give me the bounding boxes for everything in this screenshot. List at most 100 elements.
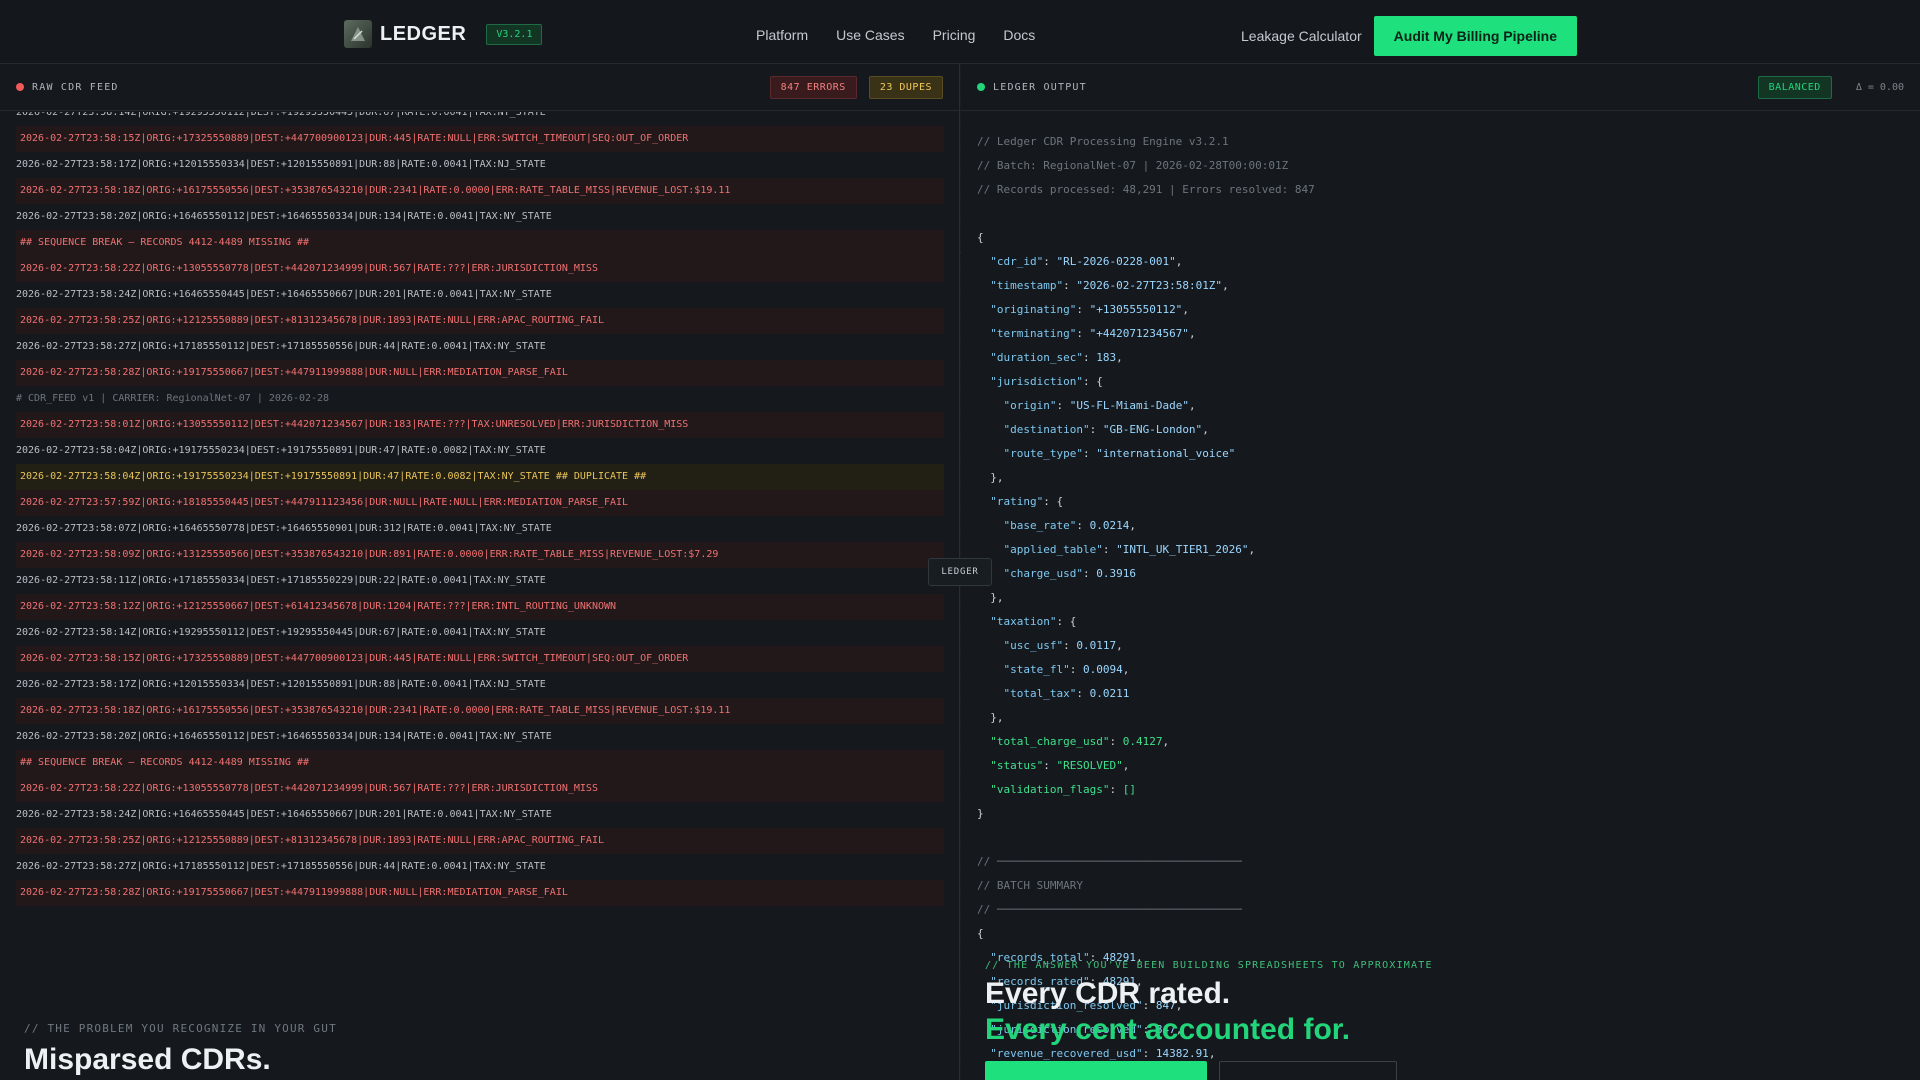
hero-kicker: // THE ANSWER YOU'VE BEEN BUILDING SPREA… <box>985 960 1433 971</box>
json-line: { <box>977 231 984 244</box>
nav-link-pricing[interactable]: Pricing <box>933 27 976 43</box>
cdr-log-line: 2026-02-27T23:58:15Z|ORIG:+17325550889|D… <box>16 126 944 152</box>
feed-panel-header: RAW CDR FEED 847 ERRORS 23 DUPES <box>0 64 959 111</box>
json-line: } <box>977 807 984 820</box>
json-line: // Batch: RegionalNet-07 | 2026-02-28T00… <box>977 159 1289 172</box>
cdr-log-line: 2026-02-27T23:58:04Z|ORIG:+19175550234|D… <box>16 464 944 490</box>
audit-pipeline-button[interactable]: Audit My Billing Pipeline <box>1373 16 1577 56</box>
cdr-log-line: 2026-02-27T23:57:59Z|ORIG:+18185550445|D… <box>16 490 944 516</box>
cdr-log-line: 2026-02-27T23:58:27Z|ORIG:+17185550112|D… <box>16 341 546 352</box>
leakage-calculator-link[interactable]: Leakage Calculator <box>1241 28 1362 44</box>
brand-name: LEDGER <box>380 22 467 45</box>
hero-heading-line1: Every CDR rated. <box>985 977 1231 1010</box>
json-line: "applied_table": "INTL_UK_TIER1_2026", <box>1003 543 1256 556</box>
version-badge: V3.2.1 <box>486 23 543 45</box>
json-line: "status": "RESOLVED", <box>990 759 1130 772</box>
json-line: "origin": "US-FL-Miami-Dade", <box>1003 399 1196 412</box>
cdr-log-line: 2026-02-27T23:58:14Z|ORIG:+19295550112|D… <box>16 112 546 118</box>
json-line: "taxation": { <box>990 615 1077 628</box>
ledger-divider-handle[interactable]: LEDGER <box>928 558 992 586</box>
nav-link-use-cases[interactable]: Use Cases <box>836 27 904 43</box>
json-line: }, <box>977 591 1004 604</box>
json-line: "rating": { <box>990 495 1064 508</box>
json-line: }, <box>977 471 1004 484</box>
json-line: "terminating": "+442071234567", <box>990 327 1196 340</box>
json-line: // BATCH SUMMARY <box>977 879 1083 892</box>
ledger-logo-icon <box>344 20 372 48</box>
cdr-log-line: 2026-02-27T23:58:14Z|ORIG:+19295550112|D… <box>16 627 546 638</box>
cdr-log-line: ## SEQUENCE BREAK — RECORDS 4412-4489 MI… <box>16 230 944 256</box>
cdr-log-line: 2026-02-27T23:58:27Z|ORIG:+17185550112|D… <box>16 861 546 872</box>
cdr-log-line: 2026-02-27T23:58:11Z|ORIG:+17185550334|D… <box>16 575 546 586</box>
problem-kicker: // THE PROBLEM YOU RECOGNIZE IN YOUR GUT <box>24 1022 337 1035</box>
nav-links: Platform Use Cases Pricing Docs <box>756 0 1035 70</box>
json-line: "route_type": "international_voice" <box>1003 447 1236 460</box>
cdr-feed-log[interactable]: 2026-02-27T23:58:14Z|ORIG:+19295550112|D… <box>0 112 960 972</box>
cdr-log-line: 2026-02-27T23:58:18Z|ORIG:+16175550556|D… <box>16 178 944 204</box>
json-line: "jurisdiction": { <box>990 375 1103 388</box>
cdr-log-line: 2026-02-27T23:58:24Z|ORIG:+16465550445|D… <box>16 809 552 820</box>
status-dot-red-icon <box>16 83 24 91</box>
cdr-log-line: 2026-02-27T23:58:09Z|ORIG:+13125550566|D… <box>16 542 944 568</box>
cdr-log-line: 2026-02-27T23:58:07Z|ORIG:+16465550778|D… <box>16 523 552 534</box>
json-line: "state_fl": 0.0094, <box>1003 663 1130 676</box>
feed-panel-title: RAW CDR FEED <box>32 81 119 93</box>
cdr-log-line: 2026-02-27T23:58:24Z|ORIG:+16465550445|D… <box>16 289 552 300</box>
json-line: // Ledger CDR Processing Engine v3.2.1 <box>977 135 1229 148</box>
cdr-log-line: 2026-02-27T23:58:01Z|ORIG:+13055550112|D… <box>16 412 944 438</box>
cdr-log-line: 2026-02-27T23:58:22Z|ORIG:+13055550778|D… <box>16 776 944 802</box>
nav-link-platform[interactable]: Platform <box>756 27 808 43</box>
problem-section: // THE PROBLEM YOU RECOGNIZE IN YOUR GUT… <box>24 1022 337 1077</box>
balanced-badge: BALANCED <box>1757 75 1832 99</box>
cdr-log-line: 2026-02-27T23:58:17Z|ORIG:+12015550334|D… <box>16 679 546 690</box>
dupes-badge: 23 DUPES <box>868 75 943 99</box>
json-line: "duration_sec": 183, <box>990 351 1123 364</box>
cdr-log-line: # CDR_FEED v1 | CARRIER: RegionalNet-07 … <box>16 393 330 404</box>
problem-heading: Misparsed CDRs. <box>24 1043 271 1076</box>
delta-readout: Δ = 0.00 <box>1855 81 1904 93</box>
errors-badge: 847 ERRORS <box>769 75 857 99</box>
json-line: }, <box>977 711 1004 724</box>
raw-cdr-feed-panel: RAW CDR FEED 847 ERRORS 23 DUPES 2026-02… <box>0 64 960 1080</box>
json-line: "originating": "+13055550112", <box>990 303 1189 316</box>
nav-link-docs[interactable]: Docs <box>1003 27 1035 43</box>
cdr-log-line: 2026-02-27T23:58:17Z|ORIG:+12015550334|D… <box>16 159 546 170</box>
top-nav: LEDGER V3.2.1 Platform Use Cases Pricing… <box>0 0 1920 64</box>
json-output: // Ledger CDR Processing Engine v3.2.1 //… <box>977 130 1897 1066</box>
cdr-log-line: 2026-02-27T23:58:20Z|ORIG:+16465550112|D… <box>16 211 552 222</box>
json-line: // Records processed: 48,291 | Errors re… <box>977 183 1315 196</box>
output-panel-header: LEDGER OUTPUT BALANCED Δ = 0.00 <box>961 64 1920 111</box>
json-line: "total_tax": 0.0211 <box>1003 687 1130 700</box>
json-line <box>977 202 1897 226</box>
cdr-log-line: 2026-02-27T23:58:22Z|ORIG:+13055550778|D… <box>16 256 944 282</box>
hero-section: // THE ANSWER YOU'VE BEEN BUILDING SPREA… <box>985 960 1433 1080</box>
cdr-log-line: 2026-02-27T23:58:15Z|ORIG:+17325550889|D… <box>16 646 944 672</box>
json-line: "charge_usd": 0.3916 <box>1003 567 1136 580</box>
json-line: { <box>977 927 984 940</box>
hero-secondary-button[interactable] <box>1219 1061 1397 1080</box>
cdr-log-line: 2026-02-27T23:58:04Z|ORIG:+19175550234|D… <box>16 445 546 456</box>
json-line: "total_charge_usd": 0.4127, <box>990 735 1170 748</box>
json-line: "validation_flags": [] <box>990 783 1136 796</box>
json-line: "usc_usf": 0.0117, <box>1003 639 1123 652</box>
cdr-log-line: 2026-02-27T23:58:12Z|ORIG:+12125550667|D… <box>16 594 944 620</box>
output-panel-title: LEDGER OUTPUT <box>993 81 1087 93</box>
json-line: "destination": "GB-ENG-London", <box>1003 423 1209 436</box>
hero-heading-line2: Every cent accounted for. <box>985 1013 1351 1046</box>
cdr-log-line: 2026-02-27T23:58:18Z|ORIG:+16175550556|D… <box>16 698 944 724</box>
json-line: "cdr_id": "RL-2026-0228-001", <box>990 255 1183 268</box>
cdr-log-line: 2026-02-27T23:58:28Z|ORIG:+19175550667|D… <box>16 880 944 906</box>
cdr-log-line: 2026-02-27T23:58:25Z|ORIG:+12125550889|D… <box>16 308 944 334</box>
cdr-log-line: 2026-02-27T23:58:28Z|ORIG:+19175550667|D… <box>16 360 944 386</box>
cdr-log-line: 2026-02-27T23:58:25Z|ORIG:+12125550889|D… <box>16 828 944 854</box>
json-line <box>977 826 1897 850</box>
json-line: "base_rate": 0.0214, <box>1003 519 1136 532</box>
ledger-output-panel: LEDGER OUTPUT BALANCED Δ = 0.00 // Ledge… <box>961 64 1920 1080</box>
brand[interactable]: LEDGER V3.2.1 <box>344 20 543 48</box>
status-dot-green-icon <box>977 83 985 91</box>
hero-primary-button[interactable] <box>985 1061 1207 1080</box>
cdr-log-line: ## SEQUENCE BREAK — RECORDS 4412-4489 MI… <box>16 750 944 776</box>
json-line: // ───────────────────────────────────── <box>977 903 1242 916</box>
cdr-log-line: 2026-02-27T23:58:20Z|ORIG:+16465550112|D… <box>16 731 552 742</box>
json-line: // ───────────────────────────────────── <box>977 855 1242 868</box>
